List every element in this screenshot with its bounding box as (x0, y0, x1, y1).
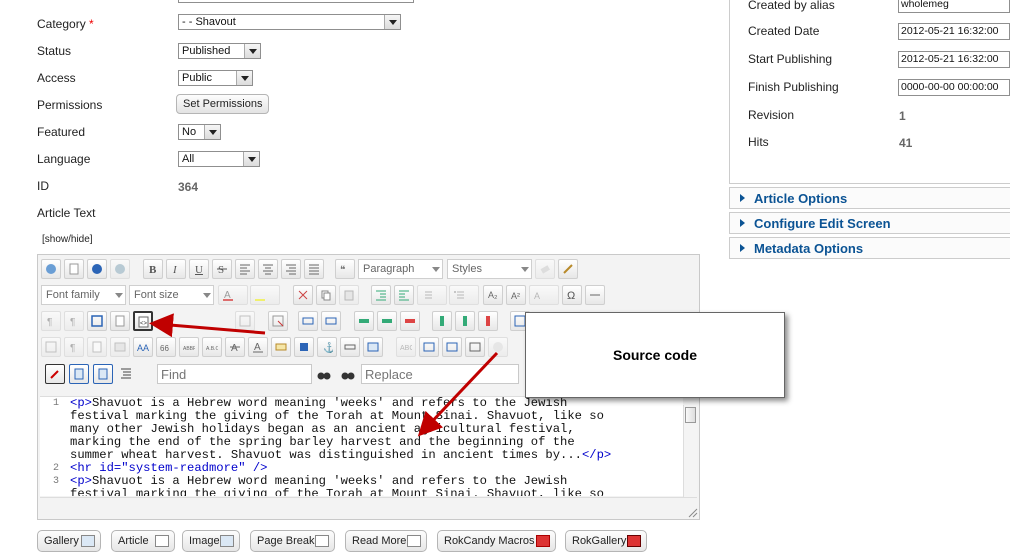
callout-text: Source code (612, 347, 698, 363)
arrow-to-source-button (149, 313, 266, 338)
source-code-callout: Source code (525, 312, 785, 398)
annotation-arrows (149, 313, 499, 437)
arrow-to-code-area (417, 351, 499, 437)
